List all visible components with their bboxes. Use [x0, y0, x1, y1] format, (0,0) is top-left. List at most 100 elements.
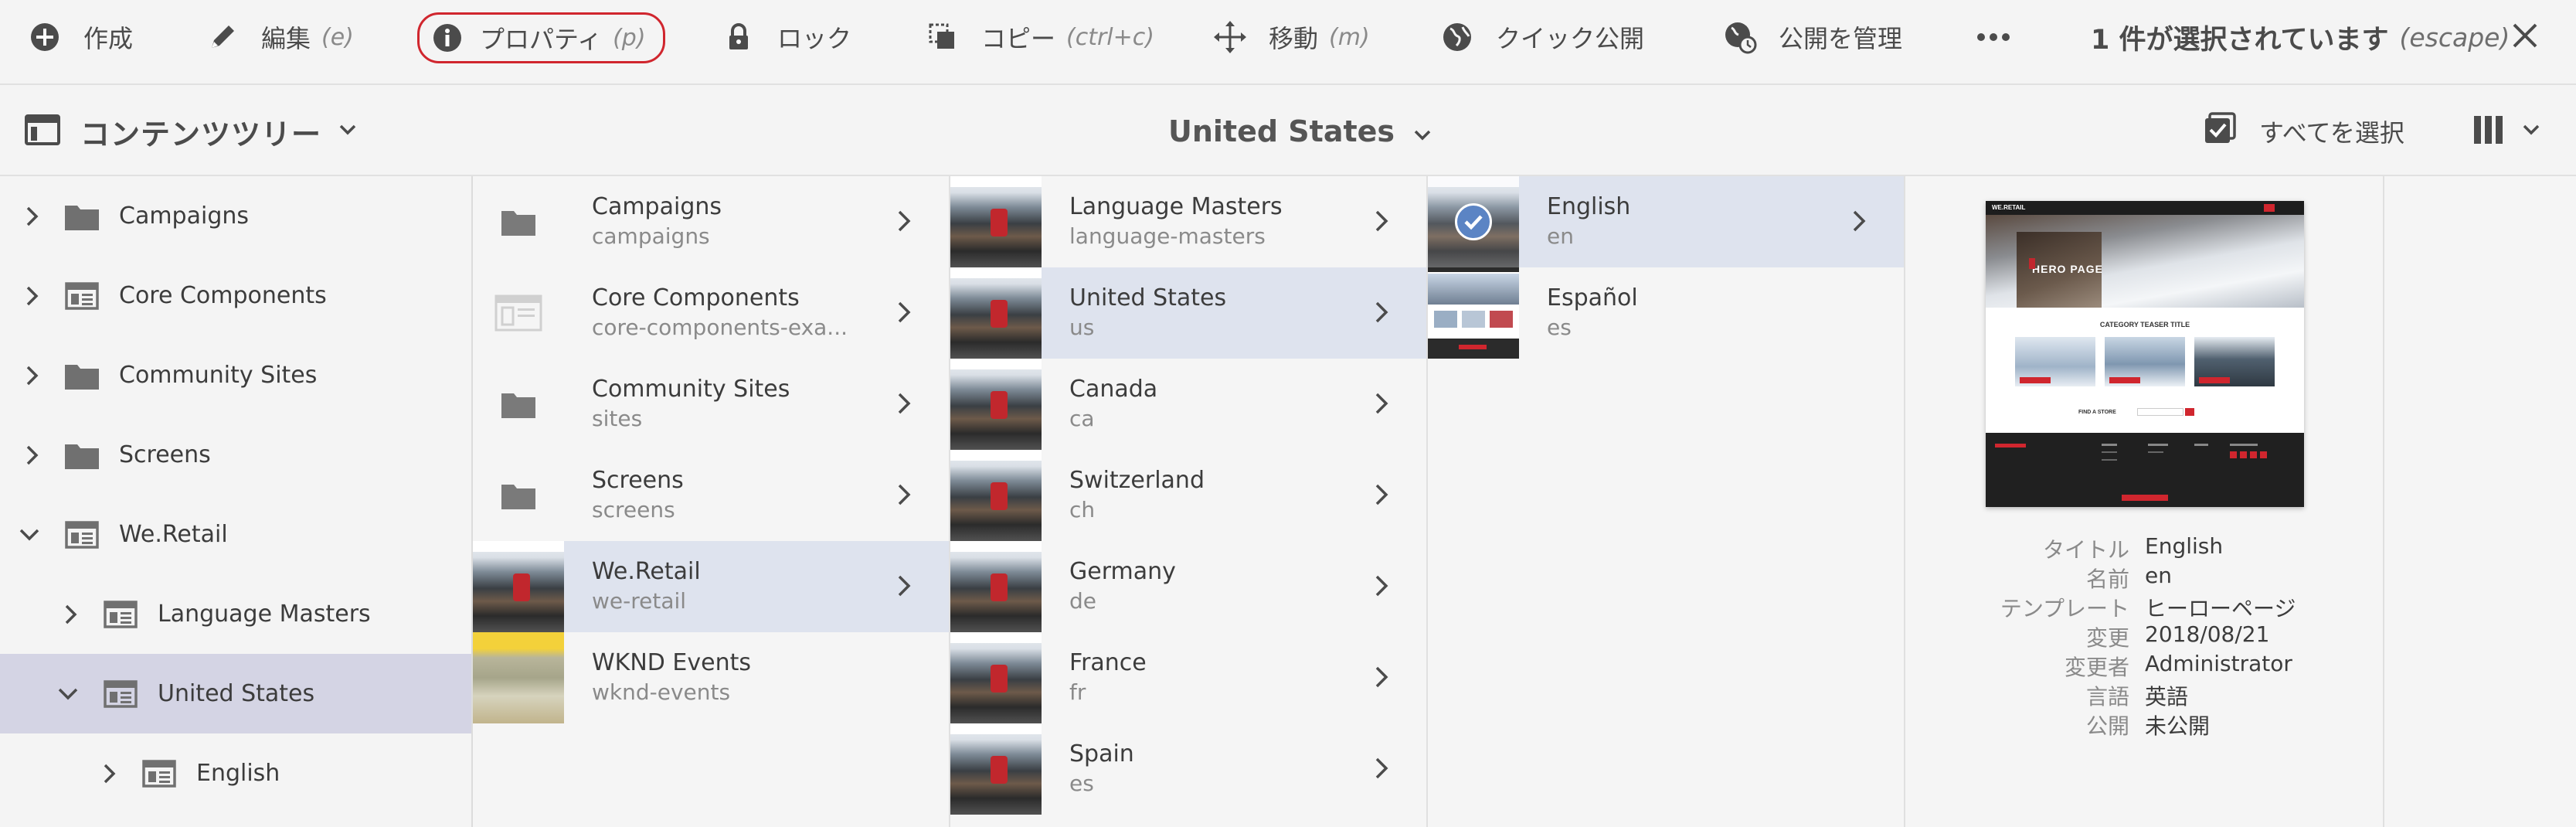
chevron-right-icon[interactable] [60, 604, 82, 625]
manage-publication-button[interactable]: 公開を管理 [1723, 0, 1902, 74]
page-thumbnail [1428, 267, 1519, 359]
page-thumbnail[interactable] [1428, 176, 1519, 267]
chevron-right-icon[interactable] [1845, 207, 1873, 235]
move-button[interactable]: 移動 (m) [1213, 0, 1370, 74]
page-thumbnail [950, 450, 1042, 541]
preview-hero-title: HERO PAGE [2032, 263, 2103, 275]
globe-clock-icon [1723, 20, 1757, 54]
edit-button[interactable]: 編集 (e) [206, 0, 354, 74]
lock-button[interactable]: ロック [722, 0, 851, 74]
chevron-right-icon[interactable] [22, 206, 43, 227]
chevron-down-icon [2522, 124, 2540, 139]
tree-item-community-sites[interactable]: Community Sites [0, 335, 471, 415]
tree-item-we-retail[interactable]: We.Retail [0, 495, 471, 574]
tree-item-core-components[interactable]: Core Components [0, 256, 471, 335]
meta-value: 未公開 [2145, 713, 2211, 739]
column-item-campaigns[interactable]: Campaigns campaigns [473, 176, 949, 267]
column-item-espanol[interactable]: Español es [1428, 267, 1904, 359]
select-all-button[interactable]: すべてを選択 [2204, 112, 2404, 150]
tree-item-campaigns[interactable]: Campaigns [0, 176, 471, 256]
chevron-right-icon[interactable] [890, 390, 918, 417]
column-item-germany[interactable]: Germany de [950, 541, 1426, 632]
column-item-we-retail[interactable]: We.Retail we-retail [473, 541, 949, 632]
chevron-right-icon[interactable] [890, 298, 918, 326]
chevron-right-icon[interactable] [890, 207, 918, 235]
column-item-community-sites[interactable]: Community Sites sites [473, 359, 949, 450]
page-icon [104, 600, 138, 628]
chevron-right-icon[interactable] [22, 285, 43, 307]
close-selection-button[interactable] [2506, 19, 2544, 56]
chevron-right-icon[interactable] [1368, 298, 1395, 326]
tree-item-label: United States [158, 680, 315, 707]
column-item-wknd-events[interactable]: WKND Events wknd-events [473, 632, 949, 723]
chevron-down-icon[interactable] [19, 524, 40, 546]
move-label: 移動 [1269, 24, 1319, 53]
plus-circle-icon [28, 20, 62, 54]
meta-value: Administrator [2145, 651, 2292, 676]
page-thumbnail [950, 541, 1042, 632]
chevron-right-icon[interactable] [1368, 663, 1395, 691]
meta-key: 名前 [2085, 567, 2129, 592]
tree-item-label: Campaigns [119, 202, 250, 230]
copy-label: コピー [981, 24, 1056, 53]
tree-item-english[interactable]: English [0, 733, 471, 813]
lock-label: ロック [777, 24, 852, 53]
chevron-right-icon[interactable] [1368, 572, 1395, 600]
create-button[interactable]: 作成 [28, 0, 133, 74]
quick-publish-button[interactable]: クイック公開 [1440, 0, 1644, 74]
meta-value: 英語 [2145, 684, 2189, 710]
item-title: Core Components [592, 284, 800, 311]
manage-publication-label: 公開を管理 [1779, 24, 1903, 53]
chevron-down-icon [1413, 114, 1432, 148]
tree-item-screens[interactable]: Screens [0, 415, 471, 495]
item-name: wknd-events [592, 679, 731, 705]
meta-title-row: タイトル English [1905, 533, 2383, 563]
move-icon [1213, 20, 1247, 54]
column-item-core-components[interactable]: Core Components core-components-exa... [473, 267, 949, 359]
properties-button[interactable]: プロパティ (p) [417, 12, 665, 63]
chevron-right-icon[interactable] [890, 572, 918, 600]
column-item-france[interactable]: France fr [950, 632, 1426, 723]
item-name: language-masters [1069, 223, 1266, 249]
chevron-right-icon[interactable] [99, 763, 121, 784]
chevron-down-icon[interactable] [57, 683, 79, 705]
page-thumbnail [473, 541, 564, 632]
tree-item-label: Core Components [119, 282, 327, 309]
column-item-canada[interactable]: Canada ca [950, 359, 1426, 450]
chevron-right-icon[interactable] [890, 481, 918, 509]
column-item-switzerland[interactable]: Switzerland ch [950, 450, 1426, 541]
properties-label: プロパティ [480, 25, 603, 54]
column-united-states: English en Español es [1428, 176, 1905, 827]
column-item-united-states[interactable]: United States us [950, 267, 1426, 359]
rail-title: コンテンツツリー [80, 117, 322, 151]
more-button[interactable] [1976, 0, 2032, 74]
copy-button[interactable]: コピー (ctrl+c) [926, 0, 1154, 74]
column-item-language-masters[interactable]: Language Masters language-masters [950, 176, 1426, 267]
selection-count-label: 1 件が選択されています [2091, 24, 2389, 56]
breadcrumb[interactable]: United States [1168, 111, 1432, 151]
item-name: es [1069, 771, 1094, 796]
meta-value: English [2145, 533, 2224, 559]
column-item-spain[interactable]: Spain es [950, 723, 1426, 815]
tree-item-united-states[interactable]: United States [0, 654, 471, 733]
column-item-english[interactable]: English en [1428, 176, 1904, 267]
breadcrumb-label: United States [1168, 114, 1395, 148]
chevron-right-icon[interactable] [1368, 481, 1395, 509]
selection-shortcut: (escape) [2399, 22, 2510, 53]
tree-item-label: Community Sites [119, 362, 318, 389]
chevron-right-icon[interactable] [1368, 754, 1395, 782]
info-icon [430, 21, 464, 55]
tree-item-label: Language Masters [158, 601, 371, 628]
chevron-right-icon[interactable] [22, 444, 43, 466]
item-name: es [1547, 315, 1572, 340]
rail-toggle-button[interactable]: コンテンツツリー [25, 113, 357, 151]
column-item-screens[interactable]: Screens screens [473, 450, 949, 541]
chevron-right-icon[interactable] [1368, 390, 1395, 417]
view-switcher[interactable] [2472, 111, 2540, 151]
chevron-right-icon[interactable] [22, 365, 43, 386]
checkmark-icon[interactable] [1455, 203, 1492, 240]
tree-item-language-masters[interactable]: Language Masters [0, 574, 471, 654]
item-name: campaigns [592, 223, 710, 249]
meta-key: テンプレート [2000, 596, 2129, 621]
chevron-right-icon[interactable] [1368, 207, 1395, 235]
